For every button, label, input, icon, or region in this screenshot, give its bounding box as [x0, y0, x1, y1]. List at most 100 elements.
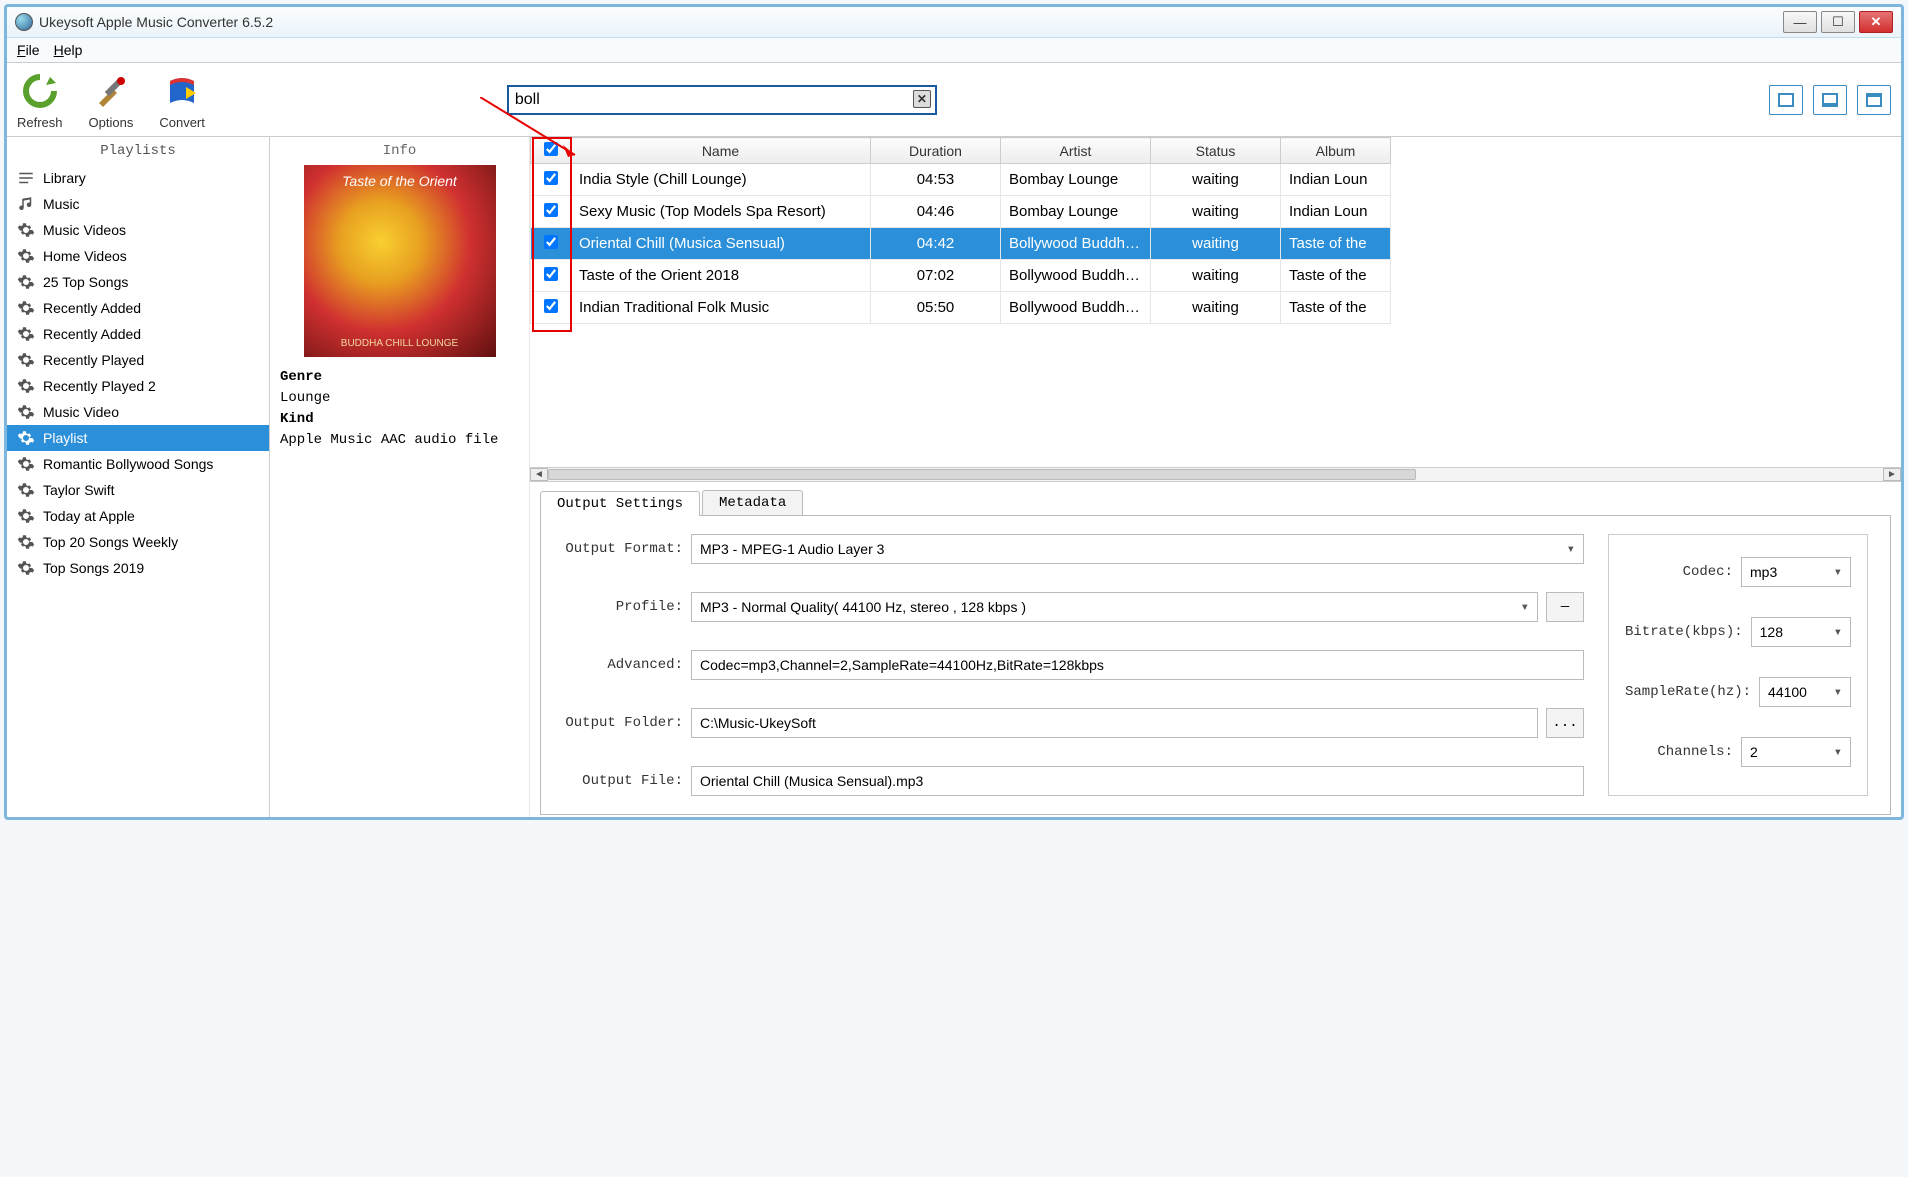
- menu-file[interactable]: File: [17, 42, 40, 58]
- sidebar-item[interactable]: Playlist: [7, 425, 269, 451]
- channels-label: Channels:: [1625, 744, 1733, 760]
- profile-aux-button[interactable]: —: [1546, 592, 1584, 622]
- scroll-right-icon[interactable]: ►: [1883, 468, 1901, 481]
- cell-duration: 04:42: [871, 228, 1001, 260]
- browse-folder-button[interactable]: ...: [1546, 708, 1584, 738]
- row-checkbox[interactable]: [544, 171, 558, 185]
- maximize-button[interactable]: ☐: [1821, 11, 1855, 33]
- output-format-select[interactable]: MP3 - MPEG-1 Audio Layer 3: [691, 534, 1584, 564]
- gear-icon: [17, 455, 35, 473]
- options-button[interactable]: Options: [89, 69, 134, 130]
- view-mode-2-button[interactable]: [1813, 85, 1847, 115]
- scroll-track[interactable]: [548, 468, 1883, 481]
- music-icon: [17, 195, 35, 213]
- gear-icon: [17, 429, 35, 447]
- codec-select[interactable]: mp3: [1741, 557, 1851, 587]
- info-panel: Info Taste of the Orient BUDDHA CHILL LO…: [270, 137, 530, 817]
- cell-artist: Bombay Lounge: [1001, 196, 1151, 228]
- cell-status: waiting: [1151, 260, 1281, 292]
- col-album[interactable]: Album: [1281, 138, 1391, 164]
- sidebar-item[interactable]: Music Video: [7, 399, 269, 425]
- col-duration[interactable]: Duration: [871, 138, 1001, 164]
- sidebar-item[interactable]: Home Videos: [7, 243, 269, 269]
- sidebar-item[interactable]: Top 20 Songs Weekly: [7, 529, 269, 555]
- horizontal-scrollbar[interactable]: ◄ ►: [530, 467, 1901, 481]
- row-checkbox[interactable]: [544, 235, 558, 249]
- sidebar-item[interactable]: Library: [7, 165, 269, 191]
- gear-icon: [17, 377, 35, 395]
- tabs: Output Settings Metadata: [540, 490, 1891, 515]
- search-clear-icon[interactable]: ✕: [913, 90, 931, 108]
- window-title: Ukeysoft Apple Music Converter 6.5.2: [39, 14, 1783, 30]
- output-file-input[interactable]: Oriental Chill (Musica Sensual).mp3: [691, 766, 1584, 796]
- output-folder-input[interactable]: C:\Music-UkeySoft: [691, 708, 1538, 738]
- table-header-row: Name Duration Artist Status Album: [531, 138, 1391, 164]
- album-title: Taste of the Orient: [342, 173, 457, 189]
- scroll-thumb[interactable]: [548, 469, 1416, 480]
- minimize-button[interactable]: —: [1783, 11, 1817, 33]
- profile-select[interactable]: MP3 - Normal Quality( 44100 Hz, stereo ,…: [691, 592, 1538, 622]
- samplerate-select[interactable]: 44100: [1759, 677, 1851, 707]
- sidebar-item[interactable]: Recently Played 2: [7, 373, 269, 399]
- sidebar-item[interactable]: Recently Played: [7, 347, 269, 373]
- convert-button[interactable]: Convert: [159, 69, 205, 130]
- table-row[interactable]: Indian Traditional Folk Music05:50Bollyw…: [531, 292, 1391, 324]
- search-input[interactable]: [507, 85, 937, 115]
- album-art: Taste of the Orient BUDDHA CHILL LOUNGE: [304, 165, 496, 357]
- profile-label: Profile:: [563, 599, 683, 615]
- table-row[interactable]: Sexy Music (Top Models Spa Resort)04:46B…: [531, 196, 1391, 228]
- options-icon: [89, 69, 133, 113]
- col-check[interactable]: [531, 138, 571, 164]
- gear-icon: [17, 481, 35, 499]
- sidebar-item-label: Playlist: [43, 430, 87, 446]
- col-name[interactable]: Name: [571, 138, 871, 164]
- view-mode-1-button[interactable]: [1769, 85, 1803, 115]
- sidebar-item-label: Recently Added: [43, 326, 141, 342]
- content: Playlists LibraryMusicMusic VideosHome V…: [7, 137, 1901, 817]
- sidebar-header: Playlists: [7, 137, 269, 165]
- cell-name: Oriental Chill (Musica Sensual): [571, 228, 871, 260]
- advanced-input[interactable]: Codec=mp3,Channel=2,SampleRate=44100Hz,B…: [691, 650, 1584, 680]
- refresh-button[interactable]: Refresh: [17, 69, 63, 130]
- col-status[interactable]: Status: [1151, 138, 1281, 164]
- cell-duration: 05:50: [871, 292, 1001, 324]
- sidebar-item[interactable]: Romantic Bollywood Songs: [7, 451, 269, 477]
- sidebar-item[interactable]: 25 Top Songs: [7, 269, 269, 295]
- tab-metadata[interactable]: Metadata: [702, 490, 803, 515]
- scroll-left-icon[interactable]: ◄: [530, 468, 548, 481]
- sidebar-item[interactable]: Recently Added: [7, 321, 269, 347]
- bitrate-select[interactable]: 128: [1751, 617, 1851, 647]
- cell-album: Indian Loun: [1281, 196, 1391, 228]
- sidebar-item[interactable]: Today at Apple: [7, 503, 269, 529]
- cell-duration: 07:02: [871, 260, 1001, 292]
- table-row[interactable]: Taste of the Orient 201807:02Bollywood B…: [531, 260, 1391, 292]
- gear-icon: [17, 325, 35, 343]
- col-artist[interactable]: Artist: [1001, 138, 1151, 164]
- menubar: File Help: [7, 38, 1901, 63]
- table-row[interactable]: Oriental Chill (Musica Sensual)04:42Boll…: [531, 228, 1391, 260]
- sidebar-item[interactable]: Music Videos: [7, 217, 269, 243]
- row-checkbox[interactable]: [544, 299, 558, 313]
- cell-artist: Bollywood Buddha...: [1001, 260, 1151, 292]
- advanced-label: Advanced:: [563, 657, 683, 673]
- kind-label: Kind: [280, 409, 519, 430]
- sidebar-item-label: Taylor Swift: [43, 482, 115, 498]
- table-row[interactable]: India Style (Chill Lounge)04:53Bombay Lo…: [531, 164, 1391, 196]
- gear-icon: [17, 247, 35, 265]
- row-checkbox[interactable]: [544, 267, 558, 281]
- cell-status: waiting: [1151, 164, 1281, 196]
- menu-help[interactable]: Help: [54, 42, 83, 58]
- close-button[interactable]: ✕: [1859, 11, 1893, 33]
- tab-output-settings[interactable]: Output Settings: [540, 491, 700, 516]
- sidebar-item[interactable]: Top Songs 2019: [7, 555, 269, 581]
- sidebar-item[interactable]: Recently Added: [7, 295, 269, 321]
- row-checkbox[interactable]: [544, 203, 558, 217]
- check-all[interactable]: [544, 142, 558, 156]
- sidebar-item[interactable]: Music: [7, 191, 269, 217]
- cell-artist: Bollywood Buddha...: [1001, 292, 1151, 324]
- sidebar-item[interactable]: Taylor Swift: [7, 477, 269, 503]
- view-mode-3-button[interactable]: [1857, 85, 1891, 115]
- gear-icon: [17, 403, 35, 421]
- app-window: Ukeysoft Apple Music Converter 6.5.2 — ☐…: [4, 4, 1904, 820]
- channels-select[interactable]: 2: [1741, 737, 1851, 767]
